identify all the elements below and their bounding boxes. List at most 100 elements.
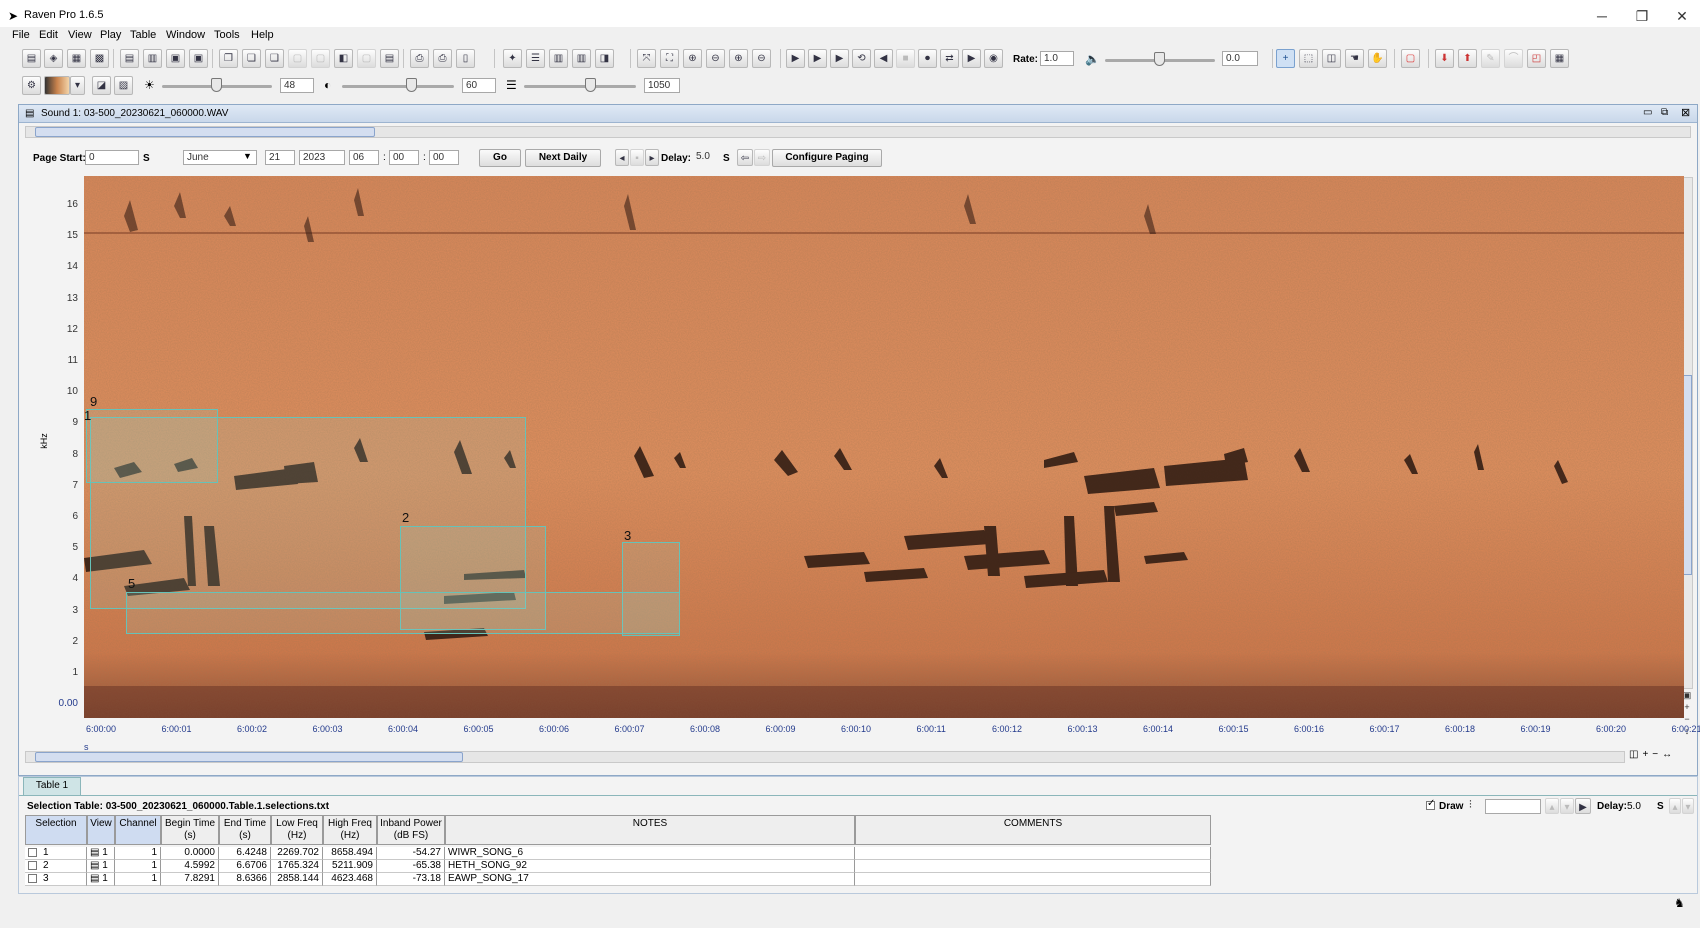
spectrum-view-icon[interactable]: ▥	[549, 49, 568, 68]
zoom-out-time-icon[interactable]: ⊖	[752, 49, 771, 68]
selection-5-box[interactable]	[126, 592, 680, 634]
configure-paging-button[interactable]: Configure Paging	[772, 149, 882, 167]
table-search-input[interactable]	[1485, 799, 1541, 814]
spectrogram-view-icon[interactable]: ☰	[526, 49, 545, 68]
second-spinner[interactable]: 00	[429, 150, 459, 165]
speaker-icon[interactable]: 🔈	[1085, 52, 1100, 66]
play-reverse-icon[interactable]: ◀	[874, 49, 893, 68]
crosshair-tool-icon[interactable]: +	[1276, 49, 1295, 68]
table-row[interactable]: 2 ▤ 1 1 4.5992 6.6706 1765.324 5211.909 …	[25, 860, 1211, 873]
spectrogram-slice-icon[interactable]: ▥	[572, 49, 591, 68]
table-scroll-up-icon[interactable]: ▴	[1669, 798, 1681, 814]
colormap-icon[interactable]	[44, 76, 70, 95]
table-row[interactable]: 3 ▤ 1 1 7.8291 8.6366 2858.144 4623.468 …	[25, 873, 1211, 886]
tab-table-1[interactable]: Table 1	[23, 777, 81, 795]
clear-selection-icon[interactable]: ▢	[1401, 49, 1420, 68]
col-header-end-time[interactable]: End Time (s)	[219, 815, 271, 845]
delete-icon[interactable]: ▢	[311, 49, 330, 68]
colormap-dropdown-icon[interactable]: ▾	[70, 76, 85, 95]
day-spinner[interactable]: 21	[265, 150, 295, 165]
go-button[interactable]: Go	[479, 149, 521, 167]
copy-icon[interactable]: ❐	[219, 49, 238, 68]
select-icon[interactable]: ◧	[334, 49, 353, 68]
brightness-input[interactable]: 48	[280, 78, 314, 93]
page-back-icon[interactable]: ⇦	[737, 149, 753, 166]
table-play-icon[interactable]: ▶	[1575, 798, 1591, 814]
arrow-down-icon[interactable]: ⬇	[1435, 49, 1454, 68]
play-icon[interactable]: ▶	[786, 49, 805, 68]
paste-icon[interactable]: ❏	[242, 49, 261, 68]
measure-icon[interactable]: ⌒	[1504, 49, 1523, 68]
scroll-playback-icon[interactable]: ⇄	[940, 49, 959, 68]
duplicate-icon[interactable]: ❑	[265, 49, 284, 68]
cut-icon[interactable]: ▢	[288, 49, 307, 68]
col-header-comments[interactable]: COMMENTS	[855, 815, 1211, 845]
page-first-icon[interactable]: ◂	[615, 149, 629, 166]
play-visible-icon[interactable]: ▶	[808, 49, 827, 68]
clear-icon[interactable]: ▢	[357, 49, 376, 68]
menu-tools[interactable]: Tools	[214, 29, 240, 41]
export-selection-icon[interactable]: ◰	[1527, 49, 1546, 68]
close-view-icon[interactable]: ⊠	[1681, 106, 1690, 119]
col-header-selection[interactable]: Selection	[25, 815, 87, 845]
col-header-begin-time[interactable]: Begin Time (s)	[161, 815, 219, 845]
settings-icon[interactable]: ⚙	[22, 76, 41, 95]
size-input[interactable]: 1050	[644, 78, 680, 93]
col-header-view[interactable]: View	[87, 815, 115, 845]
column-config-icon[interactable]: ⫶	[1469, 799, 1472, 812]
table-scroll-down-icon[interactable]: ▾	[1682, 798, 1694, 814]
new-file-icon[interactable]: ▤	[22, 49, 41, 68]
print-view-icon[interactable]: ⎙	[410, 49, 429, 68]
hand-select-icon[interactable]: ☚	[1345, 49, 1364, 68]
volume-slider-knob[interactable]	[1154, 52, 1165, 66]
menu-help[interactable]: Help	[251, 29, 274, 41]
table-next-icon[interactable]: ▾	[1560, 798, 1574, 814]
menu-window[interactable]: Window	[166, 29, 205, 41]
import-icon[interactable]: ▣	[189, 49, 208, 68]
maximize-view-icon[interactable]: ⧉	[1661, 107, 1668, 118]
contrast-input[interactable]: 60	[462, 78, 496, 93]
stop-icon[interactable]: ■	[896, 49, 915, 68]
page-delay-input[interactable]: 5.0	[693, 150, 715, 165]
minute-spinner[interactable]: 00	[389, 150, 419, 165]
play-loop-icon[interactable]: ⟲	[852, 49, 871, 68]
zoom-all-icon[interactable]: ⤧	[637, 49, 656, 68]
row-checkbox[interactable]	[28, 860, 37, 870]
arrow-up-icon[interactable]: ⬆	[1458, 49, 1477, 68]
document-icon[interactable]: ▯	[456, 49, 475, 68]
zoom-in-icon[interactable]: ⊕	[683, 49, 702, 68]
menu-view[interactable]: View	[68, 29, 92, 41]
col-header-notes[interactable]: NOTES	[445, 815, 855, 845]
record-icon[interactable]: ▤	[380, 49, 399, 68]
zoom-selection-icon[interactable]: ⛶	[660, 49, 679, 68]
page-playback-icon[interactable]: ▶	[962, 49, 981, 68]
col-header-low-freq[interactable]: Low Freq (Hz)	[271, 815, 323, 845]
col-header-inband-power[interactable]: Inband Power (dB FS)	[377, 815, 445, 845]
selection-tool-icon[interactable]: ⬚	[1299, 49, 1318, 68]
minimize-view-icon[interactable]: ▭	[1643, 107, 1652, 118]
size-slider[interactable]	[524, 85, 636, 88]
play-selection-icon[interactable]: ▶	[830, 49, 849, 68]
page-next-icon[interactable]: ▸	[645, 149, 659, 166]
overview-scroll-thumb[interactable]	[35, 127, 375, 137]
zoom-in-time-icon[interactable]: ⊕	[729, 49, 748, 68]
menu-table[interactable]: Table	[130, 29, 156, 41]
page-forward-icon[interactable]: ⇨	[754, 149, 770, 166]
contrast-slider-knob[interactable]	[406, 78, 417, 92]
page-start-input[interactable]: 0	[85, 150, 139, 165]
zoom-out-icon[interactable]: ⊖	[706, 49, 725, 68]
image-icon[interactable]: ▨	[114, 76, 133, 95]
restore-button[interactable]: ❐	[1627, 6, 1657, 26]
print-setup-icon[interactable]: ⎙	[433, 49, 452, 68]
selection-9-box[interactable]	[86, 409, 218, 483]
menu-edit[interactable]: Edit	[39, 29, 58, 41]
table-view-icon[interactable]: ▦	[1550, 49, 1569, 68]
minimize-button[interactable]: ─	[1587, 6, 1617, 26]
invert-colors-icon[interactable]: ◪	[92, 76, 111, 95]
table-prev-icon[interactable]: ▴	[1545, 798, 1559, 814]
contrast-slider[interactable]	[342, 85, 454, 88]
close-button[interactable]: ✕	[1667, 6, 1697, 26]
waveform-view-icon[interactable]: ✦	[503, 49, 522, 68]
rate-input[interactable]: 1.0	[1040, 51, 1074, 66]
spectrogram-view[interactable]: 9 1 2 3 5	[84, 176, 1684, 718]
